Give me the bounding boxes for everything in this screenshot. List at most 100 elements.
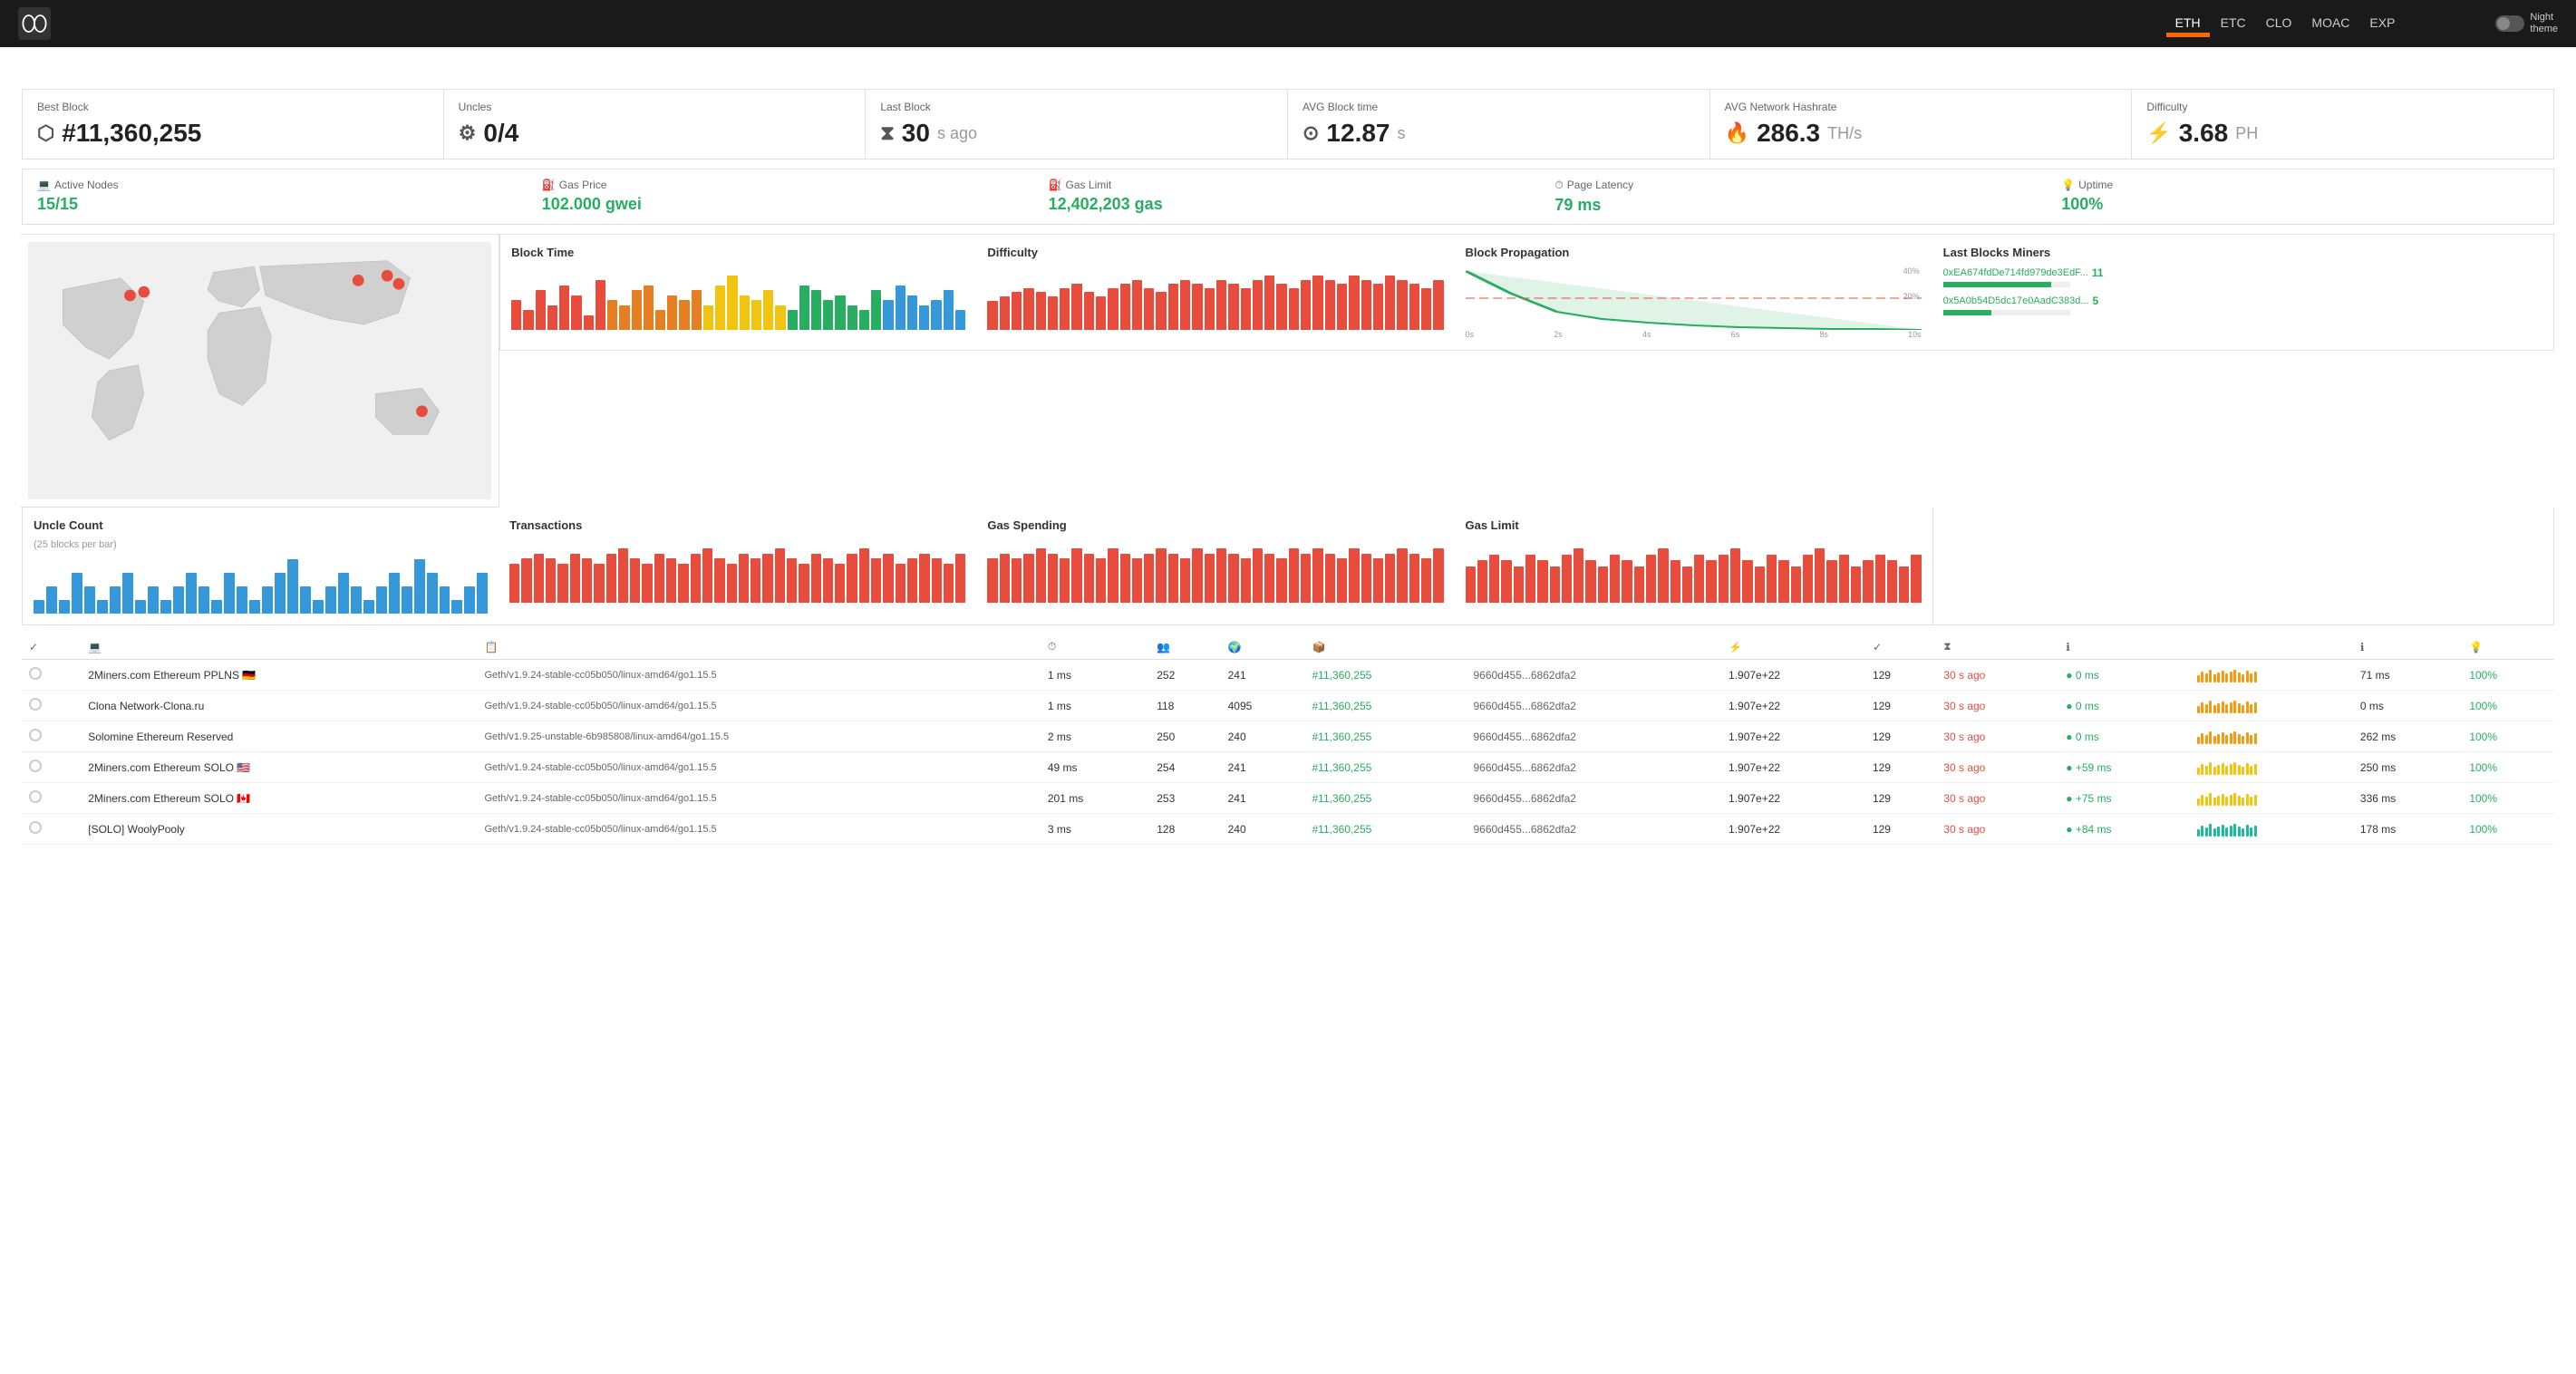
td-pending: 240	[1221, 721, 1305, 752]
bar	[376, 586, 387, 614]
bar	[739, 554, 749, 604]
bar	[313, 600, 324, 614]
nav-eth[interactable]: ETH	[2166, 10, 2210, 37]
logo[interactable]	[18, 7, 58, 40]
bar	[642, 564, 652, 604]
status-radio[interactable]	[29, 729, 42, 741]
status-radio[interactable]	[29, 667, 42, 680]
status-radio[interactable]	[29, 790, 42, 803]
bar	[1156, 292, 1166, 330]
spark-bar	[2217, 765, 2220, 775]
spark-bar	[2201, 733, 2203, 744]
table-body: 2Miners.com Ethereum PPLNS 🇩🇪 Geth/v1.9.…	[22, 660, 2554, 845]
spark-bar	[2201, 702, 2203, 713]
bar	[667, 295, 677, 330]
spark-bar	[2254, 795, 2257, 806]
bar	[1096, 296, 1106, 330]
chart-block-time-title: Block Time	[511, 246, 965, 259]
bar	[835, 295, 845, 330]
active-nodes-value: 15/15	[37, 195, 513, 214]
bar	[199, 586, 209, 614]
night-theme-toggle[interactable]: Night theme	[2495, 12, 2558, 35]
bar	[987, 301, 997, 330]
bar	[1373, 558, 1383, 603]
bar	[762, 554, 772, 604]
spark-bar	[2213, 736, 2216, 744]
bar	[224, 573, 235, 614]
stat-hashrate-label: AVG Network Hashrate	[1725, 101, 2117, 113]
pools-link[interactable]	[2459, 18, 2477, 29]
hourglass-icon: ⧗	[880, 121, 894, 145]
bar	[1337, 284, 1347, 330]
bar	[1253, 280, 1263, 330]
td-latency: 3 ms	[1041, 814, 1149, 845]
td-difficulty: 1.907e+22	[1721, 814, 1865, 845]
td-block: #11,360,255	[1304, 814, 1466, 845]
bar	[987, 558, 997, 603]
bar	[186, 573, 197, 614]
bar	[1409, 554, 1419, 604]
bar	[584, 315, 594, 330]
spark-bar	[2238, 827, 2241, 837]
chart-block-time-bars	[511, 266, 965, 330]
bar	[871, 290, 881, 330]
bar	[287, 559, 298, 614]
uncle-count-subtitle: (25 blocks per bar)	[34, 539, 488, 550]
spark-bar	[2238, 672, 2241, 682]
transactions-title: Transactions	[509, 518, 965, 532]
world-map-card	[21, 234, 499, 508]
th-peers: 👥	[1149, 634, 1220, 660]
bar	[835, 564, 845, 604]
nav-moac[interactable]: MOAC	[2302, 10, 2358, 37]
td-uncles: 129	[1865, 660, 1936, 691]
chart-difficulty-title: Difficulty	[987, 246, 1443, 259]
bar	[1205, 554, 1215, 604]
td-uptime: 100%	[2462, 721, 2554, 752]
bar	[534, 554, 544, 604]
bar	[751, 300, 761, 330]
spark-bar	[2233, 824, 2236, 837]
th-node: 💻	[81, 634, 477, 660]
table-row: 2Miners.com Ethereum SOLO 🇨🇦 Geth/v1.9.2…	[22, 783, 2554, 814]
bar	[1899, 566, 1909, 603]
stat-last-block-label: Last Block	[880, 101, 1273, 113]
status-radio[interactable]	[29, 760, 42, 772]
page-header	[0, 47, 2576, 80]
map-bottom-spacer	[1933, 508, 2554, 625]
bar	[1562, 555, 1572, 603]
nav-etc[interactable]: ETC	[2212, 10, 2255, 37]
toggle-switch[interactable]	[2495, 15, 2524, 32]
td-node-name: Clona Network-Clona.ru	[81, 691, 477, 721]
spark-bar	[2230, 733, 2232, 744]
nav-exp[interactable]: EXP	[2360, 10, 2404, 37]
status-radio[interactable]	[29, 821, 42, 834]
nav-clo[interactable]: CLO	[2257, 10, 2301, 37]
status-radio[interactable]	[29, 698, 42, 711]
bar	[1742, 560, 1752, 603]
bar	[727, 564, 737, 604]
td-last-block: 30 s ago	[1936, 721, 2058, 752]
spark-bar	[2233, 670, 2236, 682]
td-propagation: ● +59 ms	[2058, 752, 2189, 783]
spark-bar	[2225, 766, 2228, 775]
bar	[632, 290, 642, 330]
spark-bar	[2246, 702, 2249, 713]
fire-icon: 🔥	[1725, 121, 1749, 145]
gas-limit-value: 12,402,203 gas	[1049, 195, 1526, 214]
bar	[1071, 284, 1081, 330]
spark-bar	[2242, 736, 2244, 744]
bar	[173, 586, 184, 614]
td-uptime: 100%	[2462, 814, 2554, 845]
stat-best-block-value: ⬡ #11,360,255	[37, 119, 429, 148]
td-last-block: 30 s ago	[1936, 783, 2058, 814]
spark-bar	[2230, 764, 2232, 775]
bar	[1373, 284, 1383, 330]
bar	[1096, 558, 1106, 603]
bar	[1501, 560, 1511, 603]
spark-bar	[2254, 826, 2257, 837]
bar	[1361, 280, 1371, 330]
spark-bar	[2250, 797, 2252, 806]
td-block-hash: 9660d455...6862dfa2	[1466, 814, 1721, 845]
bar	[325, 586, 336, 614]
bar	[1755, 566, 1765, 603]
